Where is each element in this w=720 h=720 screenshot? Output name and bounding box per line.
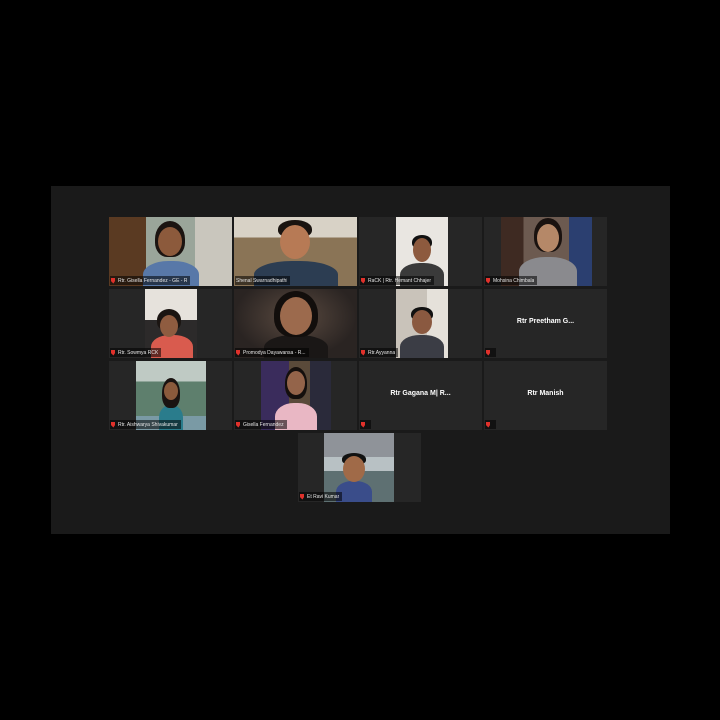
- mic-muted-icon: [236, 421, 240, 428]
- participant-name-bar: Rtr. Sowmya RCK: [110, 348, 162, 357]
- mic-muted-icon: [361, 277, 365, 284]
- participant-tile[interactable]: Rtr. Aishwarya Shivakumar: [109, 361, 232, 430]
- participant-tile[interactable]: Et Ravi Kumar: [298, 433, 421, 502]
- mic-muted-icon: [111, 277, 115, 284]
- participant-tile[interactable]: Rtr.Ayyanna: [359, 289, 482, 358]
- mic-muted-icon: [486, 421, 490, 428]
- participant-name-bar: RaCK | Rtr. Hemant Chhajer: [360, 276, 434, 285]
- participant-name-bar: [360, 420, 371, 429]
- mic-muted-icon: [111, 421, 115, 428]
- mic-muted-icon: [111, 349, 115, 356]
- participant-name-placeholder: Rtr Preetham G...: [516, 318, 575, 325]
- participant-name-bar: [485, 348, 496, 357]
- participant-name: RaCK | Rtr. Hemant Chhajer: [368, 277, 431, 284]
- participant-name: Rtr. Gisella Fernandez - GE - R: [118, 277, 188, 284]
- participant-name-bar: Mohsina Chimbala: [485, 276, 538, 285]
- participant-tile-active-speaker[interactable]: Shenal Swarnadhipathi: [234, 217, 357, 286]
- participant-name-placeholder: Rtr Gagana M| R...: [390, 390, 451, 397]
- participant-name: Gisella Fernandez: [243, 421, 284, 428]
- participant-name: Promodya Dayawansa - R...: [243, 349, 306, 356]
- participant-tile[interactable]: RaCK | Rtr. Hemant Chhajer: [359, 217, 482, 286]
- participant-tile-video-off[interactable]: Rtr Preetham G...: [484, 289, 607, 358]
- gallery-view: Rtr. Gisella Fernandez - GE - R Shenal S…: [51, 186, 670, 534]
- participant-tile[interactable]: Gisella Fernandez: [234, 361, 357, 430]
- participant-name-bar: Gisella Fernandez: [235, 420, 287, 429]
- mic-muted-icon: [236, 349, 240, 356]
- participant-tile[interactable]: Rtr. Gisella Fernandez - GE - R: [109, 217, 232, 286]
- participant-name-bar: Rtr. Gisella Fernandez - GE - R: [110, 276, 191, 285]
- participant-name-placeholder: Rtr Manish: [527, 390, 564, 397]
- participant-name: Rtr. Aishwarya Shivakumar: [118, 421, 178, 428]
- mic-muted-icon: [486, 349, 490, 356]
- participant-name-bar: Shenal Swarnadhipathi: [235, 276, 291, 285]
- participant-name-bar: Rtr.Ayyanna: [360, 348, 399, 357]
- participant-tile-video-off[interactable]: Rtr Gagana M| R...: [359, 361, 482, 430]
- participant-name: Rtr. Sowmya RCK: [118, 349, 159, 356]
- participant-tile[interactable]: Mohsina Chimbala: [484, 217, 607, 286]
- participant-name-bar: Et Ravi Kumar: [299, 492, 343, 501]
- participant-name-bar: [485, 420, 496, 429]
- participant-name: Rtr.Ayyanna: [368, 349, 396, 356]
- mic-muted-icon: [361, 421, 365, 428]
- participant-name: Shenal Swarnadhipathi: [236, 277, 288, 284]
- participant-name: Et Ravi Kumar: [307, 493, 340, 500]
- mic-muted-icon: [300, 493, 304, 500]
- participant-name-bar: Promodya Dayawansa - R...: [235, 348, 309, 357]
- participant-tile[interactable]: Promodya Dayawansa - R...: [234, 289, 357, 358]
- participant-tile[interactable]: Rtr. Sowmya RCK: [109, 289, 232, 358]
- mic-muted-icon: [486, 277, 490, 284]
- participant-tile-video-off[interactable]: Rtr Manish: [484, 361, 607, 430]
- participant-video: [396, 289, 448, 358]
- participant-name-bar: Rtr. Aishwarya Shivakumar: [110, 420, 181, 429]
- participant-name: Mohsina Chimbala: [493, 277, 535, 284]
- mic-muted-icon: [361, 349, 365, 356]
